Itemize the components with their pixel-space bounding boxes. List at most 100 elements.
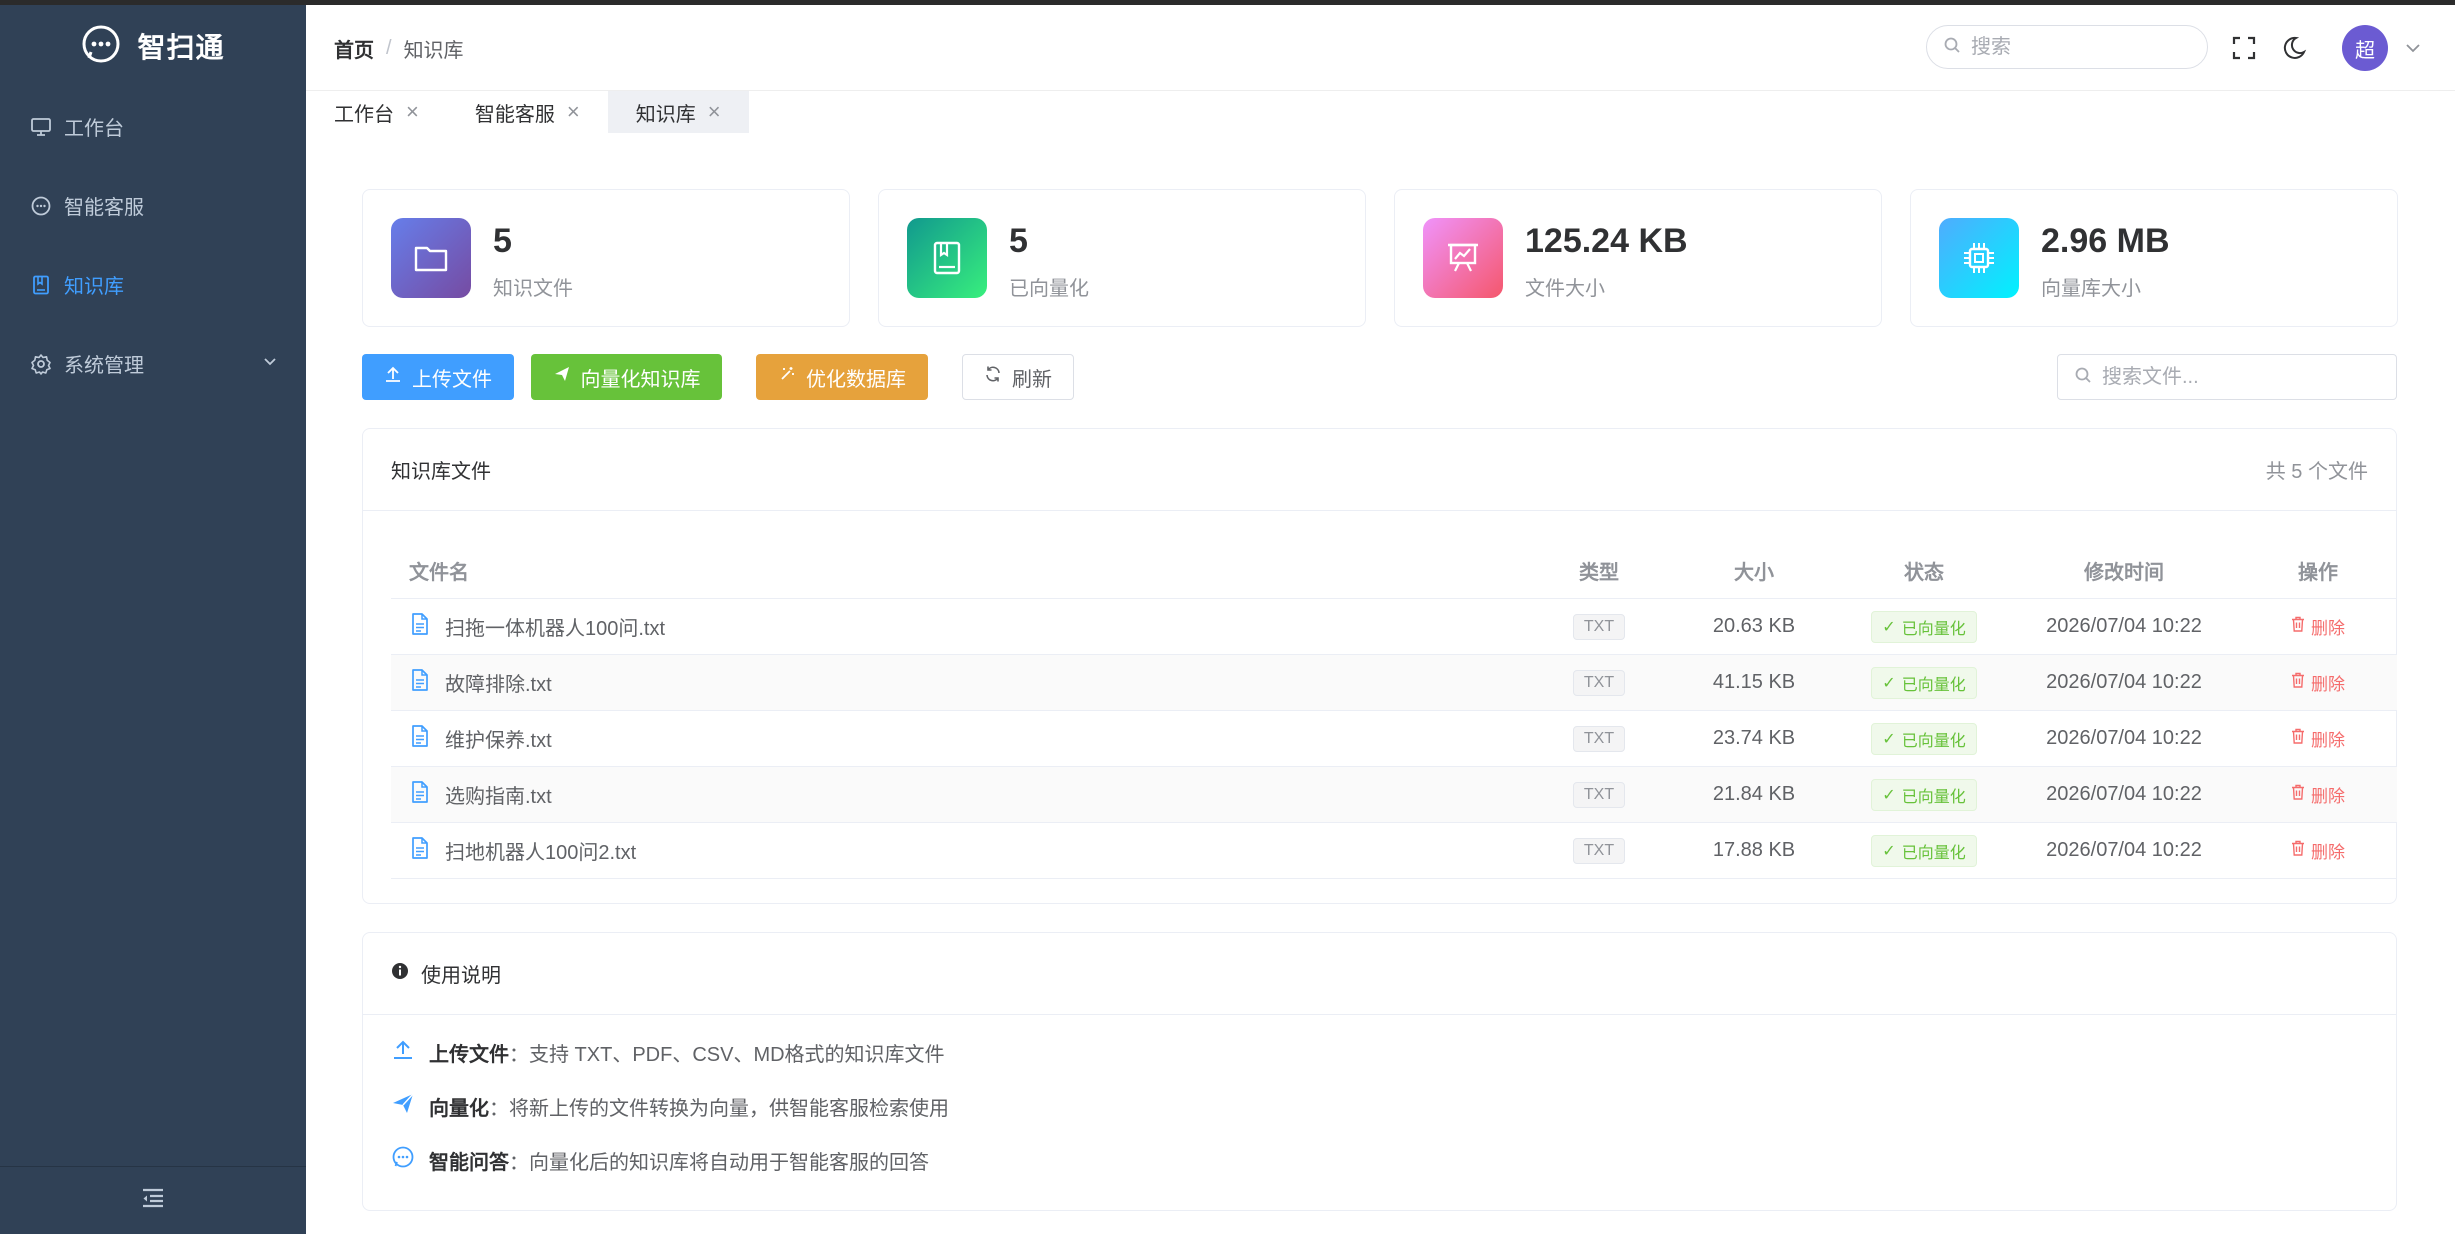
check-icon: ✓ [1882, 842, 1896, 860]
delete-label: 删除 [2311, 731, 2345, 750]
user-avatar[interactable]: 超 [2342, 25, 2388, 71]
vectorize-knowledge-base-button[interactable]: 向量化知识库 [531, 354, 722, 400]
help-term: 智能问答 [429, 1151, 509, 1174]
brand: 智扫通 [0, 5, 306, 87]
trash-icon [2291, 616, 2305, 637]
book-icon [907, 218, 987, 298]
search-icon [2074, 366, 2092, 389]
modified-time: 2026/07/04 10:22 [2046, 671, 2202, 693]
upload-file-button[interactable]: 上传文件 [362, 354, 514, 400]
delete-button[interactable]: 删除 [2291, 838, 2345, 863]
button-label: 刷新 [1012, 368, 1052, 391]
status-text: 已向量化 [1901, 844, 1966, 862]
help-item-smart-qa: 智能问答：向量化后的知识库将自动用于智能客服的回答 [391, 1145, 929, 1175]
panel-header: 知识库文件 共 5 个文件 [363, 429, 2396, 511]
stat-card-knowledge-files: 5 知识文件 [362, 189, 850, 327]
table-row: 扫拖一体机器人100问.txt TXT 20.63 KB ✓ 已向量化 2026/… [391, 599, 2397, 655]
sidebar-item-customer-service[interactable]: 智能客服 [0, 166, 306, 245]
send-icon [553, 365, 571, 389]
file-type-tag: TXT [1572, 837, 1626, 864]
refresh-button[interactable]: 刷新 [962, 354, 1074, 400]
search-icon [1943, 36, 1961, 59]
monitor-icon [28, 114, 54, 140]
optimize-database-button[interactable]: 优化数据库 [756, 354, 928, 400]
stat-value: 5 [1009, 222, 1028, 260]
file-search-input[interactable] [2102, 365, 2382, 389]
delete-button[interactable]: 删除 [2291, 614, 2345, 639]
document-icon [409, 668, 431, 698]
magic-wand-icon [778, 365, 796, 389]
panel-title: 使用说明 [421, 965, 501, 987]
file-type-tag: TXT [1572, 781, 1626, 808]
file-size: 23.74 KB [1712, 727, 1796, 749]
file-size: 20.63 KB [1712, 615, 1796, 637]
delete-button[interactable]: 删除 [2291, 726, 2345, 751]
column-header-name: 文件名 [409, 562, 469, 584]
breadcrumb-current: 知识库 [403, 40, 464, 62]
sidebar-item-label: 系统管理 [64, 355, 144, 377]
close-icon[interactable]: × [567, 99, 580, 125]
sidebar-item-workbench[interactable]: 工作台 [0, 87, 306, 166]
stat-value: 5 [493, 222, 512, 260]
help-item-vectorize: 向量化：将新上传的文件转换为向量，供智能客服检索使用 [391, 1091, 949, 1121]
status-text: 已向量化 [1901, 732, 1966, 750]
stat-card-vector-db-size: 2.96 MB 向量库大小 [1910, 189, 2398, 327]
help-text: ：将新上传的文件转换为向量，供智能客服检索使用 [489, 1097, 949, 1120]
status-text: 已向量化 [1901, 620, 1966, 638]
stat-card-vectorized: 5 已向量化 [878, 189, 1366, 327]
file-name: 故障排除.txt [445, 674, 552, 696]
knowledge-files-panel: 知识库文件 共 5 个文件 文件名 类型 大小 状态 修改时间 操作 扫拖一体机… [362, 428, 2397, 904]
check-icon: ✓ [1882, 674, 1896, 692]
table-row: 扫地机器人100问2.txt TXT 17.88 KB ✓ 已向量化 2026/0… [391, 823, 2397, 879]
tab-knowledge-base[interactable]: 知识库 × [607, 91, 749, 133]
stat-label: 已向量化 [1009, 278, 1089, 300]
sidebar-item-knowledge-base[interactable]: 知识库 [0, 245, 306, 324]
breadcrumb: 首页 / 知识库 [334, 34, 464, 63]
modified-time: 2026/07/04 10:22 [2046, 783, 2202, 805]
trash-icon [2291, 728, 2305, 749]
delete-button[interactable]: 删除 [2291, 670, 2345, 695]
chat-icon [28, 193, 54, 219]
chip-icon [1939, 218, 2019, 298]
folder-icon [391, 218, 471, 298]
breadcrumb-home[interactable]: 首页 [334, 34, 374, 63]
column-header-type: 类型 [1579, 562, 1619, 584]
info-icon [391, 962, 409, 985]
files-table: 文件名 类型 大小 状态 修改时间 操作 扫拖一体机器人100问.txt TXT… [391, 543, 2397, 879]
tab-customer-service[interactable]: 智能客服 × [447, 91, 608, 133]
help-term: 上传文件 [429, 1043, 509, 1066]
button-label: 上传文件 [412, 368, 492, 391]
chevron-down-icon[interactable] [2404, 39, 2422, 62]
tab-label: 智能客服 [474, 103, 555, 126]
tab-workbench[interactable]: 工作台 × [306, 91, 447, 133]
table-header-row: 文件名 类型 大小 状态 修改时间 操作 [391, 543, 2397, 599]
file-size: 21.84 KB [1712, 783, 1796, 805]
tab-label: 工作台 [334, 103, 394, 126]
file-type-tag: TXT [1572, 669, 1626, 696]
table-row: 选购指南.txt TXT 21.84 KB ✓ 已向量化 2026/07/04 1… [391, 767, 2397, 823]
close-icon[interactable]: × [708, 99, 721, 125]
tabs-bar: 工作台 × 智能客服 × 知识库 × [306, 91, 749, 133]
breadcrumb-separator: / [386, 37, 392, 59]
file-name: 选购指南.txt [445, 786, 552, 808]
app-name: 智扫通 [137, 32, 225, 63]
fullscreen-icon[interactable] [2231, 35, 2257, 66]
dark-mode-moon-icon[interactable] [2281, 35, 2307, 66]
check-icon: ✓ [1882, 730, 1896, 748]
trash-icon [2291, 672, 2305, 693]
sidebar-item-system-management[interactable]: 系统管理 [0, 324, 306, 403]
stat-label: 知识文件 [493, 278, 573, 300]
status-badge: ✓ 已向量化 [1871, 834, 1977, 867]
collapse-sidebar-button[interactable] [0, 1166, 306, 1234]
document-icon [409, 780, 431, 810]
chat-icon [391, 1145, 415, 1175]
status-badge: ✓ 已向量化 [1871, 778, 1977, 811]
delete-label: 删除 [2311, 787, 2345, 806]
sidebar-item-label: 智能客服 [64, 197, 144, 219]
panel-title: 知识库文件 [391, 461, 491, 483]
file-name: 扫地机器人100问2.txt [445, 842, 637, 864]
global-search-input[interactable] [1971, 35, 2191, 59]
delete-button[interactable]: 删除 [2291, 782, 2345, 807]
close-icon[interactable]: × [406, 99, 419, 125]
check-icon: ✓ [1882, 618, 1896, 636]
